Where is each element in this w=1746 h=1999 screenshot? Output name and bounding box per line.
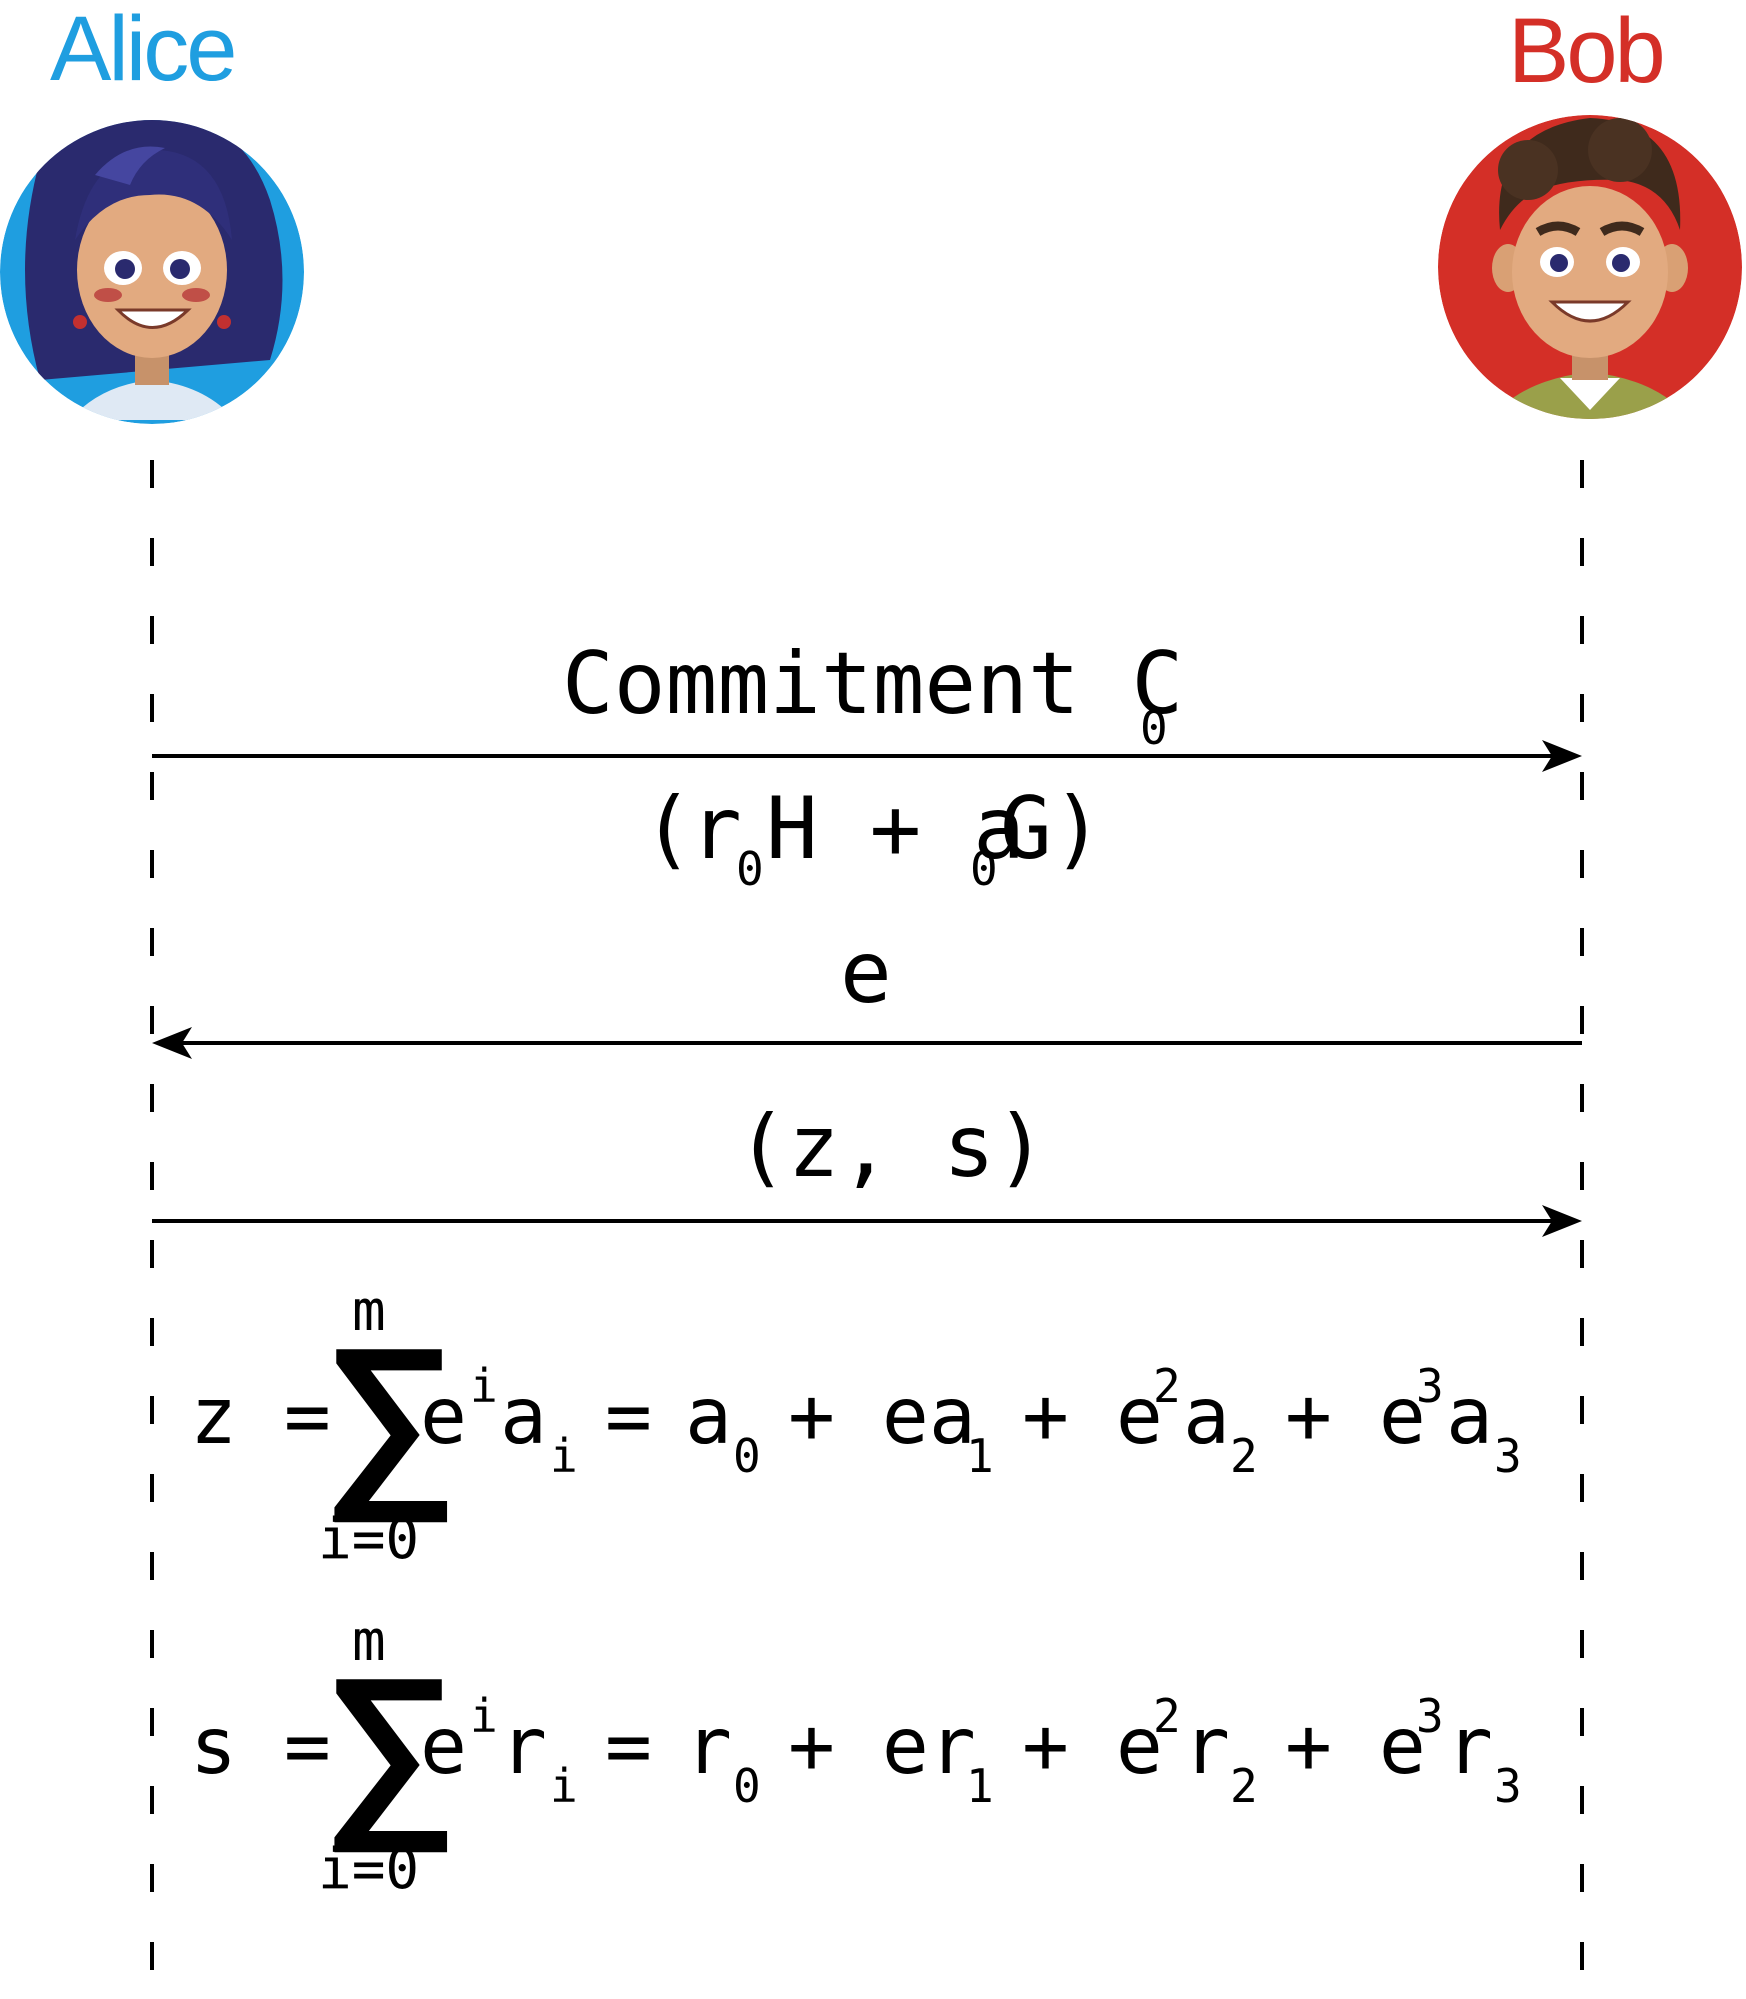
bob-name: Bob (1508, 0, 1663, 102)
svg-text:3: 3 (1416, 1689, 1444, 1743)
response-label: (z, s) (736, 1097, 1047, 1197)
svg-text:r: r (685, 1702, 732, 1792)
sequence-diagram: Alice Bob Commitment C 0 (r 0 H + a 0 G… (0, 0, 1742, 1999)
svg-text:+ ea: + ea (788, 1372, 976, 1462)
svg-text:2: 2 (1153, 1689, 1181, 1743)
svg-text:=: = (605, 1702, 652, 1792)
svg-text:0: 0 (736, 842, 764, 896)
svg-text:e: e (420, 1372, 467, 1462)
svg-text:2: 2 (1153, 1359, 1181, 1413)
svg-text:1: 1 (966, 1759, 994, 1813)
svg-text:+ e: + e (1022, 1702, 1163, 1792)
svg-text:=: = (605, 1372, 652, 1462)
svg-text:+ e: + e (1285, 1702, 1426, 1792)
svg-text:2: 2 (1230, 1759, 1258, 1813)
svg-text:0: 0 (733, 1429, 761, 1483)
svg-text:2: 2 (1230, 1429, 1258, 1483)
alice-name: Alice (50, 0, 234, 100)
svg-text:3: 3 (1416, 1359, 1444, 1413)
svg-text:a: a (500, 1372, 547, 1462)
svg-text:(: ( (642, 779, 694, 879)
svg-text:+ e: + e (1285, 1372, 1426, 1462)
svg-text:a: a (1183, 1372, 1230, 1462)
s-sum-lower: i=0 (318, 1837, 419, 1902)
svg-text:r: r (500, 1702, 547, 1792)
svg-text:r: r (690, 779, 742, 879)
svg-text:+ e: + e (1022, 1372, 1163, 1462)
challenge-message: e (152, 923, 1582, 1059)
svg-text:i: i (470, 1359, 498, 1413)
svg-text:s =: s = (190, 1702, 331, 1792)
z-sum-lower: i=0 (318, 1507, 419, 1572)
commitment-subscript: 0 (1140, 701, 1168, 755)
svg-text:i: i (550, 1429, 578, 1483)
commitment-formula: ( r 0 H + a 0 G) (642, 779, 1104, 896)
svg-text:a: a (685, 1372, 732, 1462)
svg-text:3: 3 (1494, 1429, 1522, 1483)
svg-text:0: 0 (733, 1759, 761, 1813)
bob-avatar (1438, 115, 1742, 419)
svg-text:1: 1 (966, 1429, 994, 1483)
svg-text:G): G) (1000, 779, 1104, 879)
svg-text:3: 3 (1494, 1759, 1522, 1813)
commitment-message: Commitment C 0 ( r 0 H + a 0 G) (152, 634, 1582, 896)
svg-text:+ er: + er (788, 1702, 976, 1792)
z-equation: z = m ∑ i=0 e i a i = a 0 + ea 1 + e 2 a… (190, 1279, 1522, 1572)
svg-text:0: 0 (970, 842, 998, 896)
svg-text:r: r (1183, 1702, 1230, 1792)
challenge-label: e (840, 923, 892, 1023)
s-equation: s = m ∑ i=0 e i r i = r 0 + er 1 + e 2 r… (190, 1609, 1522, 1902)
svg-text:i: i (470, 1689, 498, 1743)
svg-text:a: a (1446, 1372, 1493, 1462)
commitment-label: Commitment C (562, 634, 1183, 734)
svg-text:z =: z = (190, 1372, 331, 1462)
response-message: (z, s) (152, 1097, 1582, 1237)
svg-text:i: i (550, 1759, 578, 1813)
alice-avatar (0, 120, 304, 424)
svg-text:e: e (420, 1702, 467, 1792)
svg-text:r: r (1446, 1702, 1493, 1792)
